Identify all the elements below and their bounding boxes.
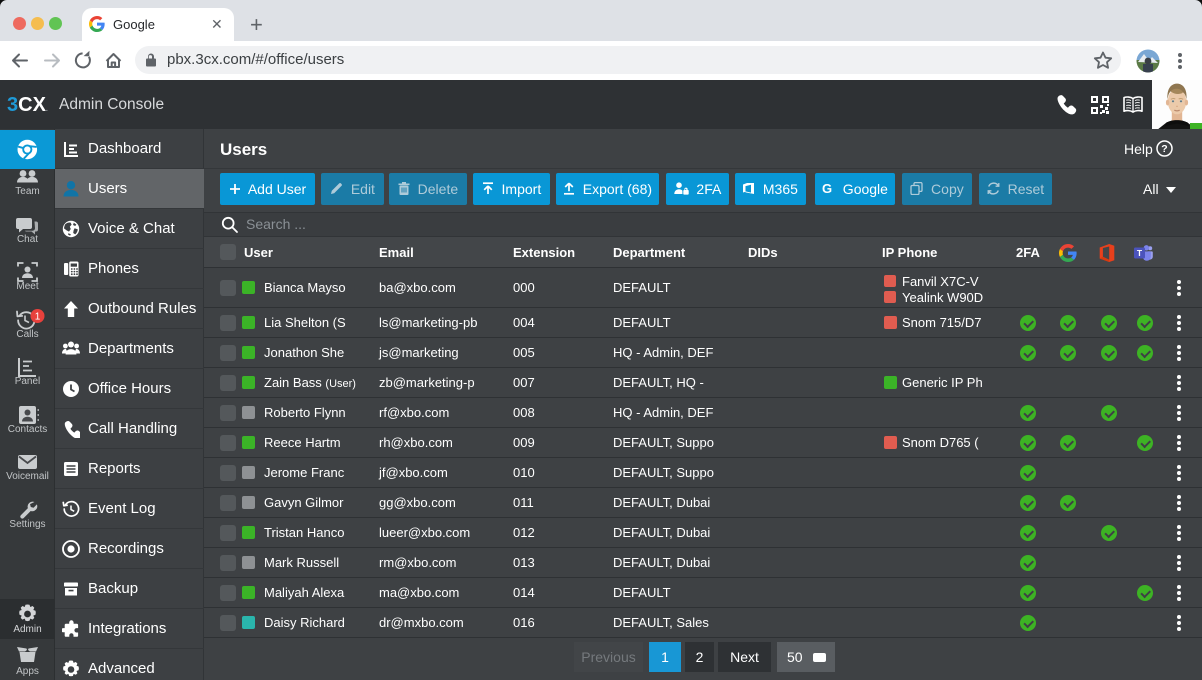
svg-text:Panel: Panel [15, 376, 41, 387]
svg-text:Apps: Apps [16, 666, 39, 677]
svg-text:Contacts: Contacts [8, 424, 47, 435]
svg-text:1: 1 [35, 312, 41, 323]
svg-text:Admin: Admin [13, 624, 41, 635]
svg-text:G: G [822, 182, 832, 195]
svg-text:Team: Team [15, 186, 39, 197]
svg-text:?: ? [1161, 143, 1167, 155]
svg-text:Voicemail: Voicemail [6, 471, 49, 482]
svg-text:Meet: Meet [16, 281, 38, 292]
svg-text:Settings: Settings [9, 519, 45, 530]
svg-text:Chat: Chat [17, 234, 38, 245]
svg-text:Calls: Calls [16, 329, 38, 340]
